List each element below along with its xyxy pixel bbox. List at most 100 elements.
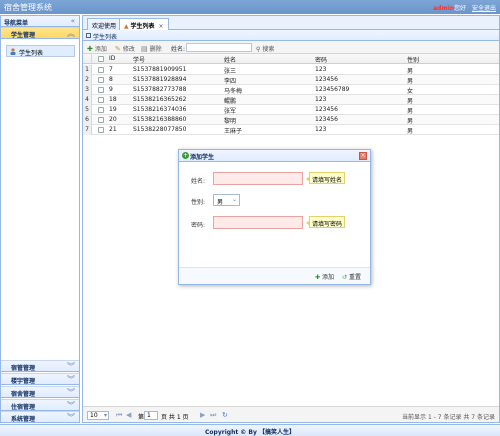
next-page-icon[interactable]: ▶ [200,411,205,419]
table-row[interactable]: 2 8 S1537881928894 李四 123456 男 [83,75,499,85]
nav-panel: 导航菜单 « 学生管理 ︽ 学生列表 宿管管理 ︾ 楼宇管理 ︾ 宿舍管理 ︾ … [0,15,80,423]
cell-name: 李四 [224,78,237,85]
password-label: 密码: [191,222,206,229]
edit-button[interactable]: ✎ 修改 [115,44,135,53]
username: admin [433,5,455,12]
add-user-icon: ✚ [315,274,321,281]
gender-label: 性别: [191,199,206,206]
dialog-title: 添加学生 [190,154,215,161]
table-row[interactable]: 5 19 S1538216374036 张军 123456 男 [83,105,499,115]
page-size-select[interactable]: 10 ▾ [87,411,109,420]
double-chevron-left-icon[interactable]: « [71,17,75,25]
cell-sex: 男 [407,98,414,105]
row-checkbox[interactable] [98,87,104,93]
tab-bar: 欢迎使用 ▲ 学生列表 × [83,16,499,31]
chevron-down-icon: ︾ [67,388,75,397]
cell-name: 张军 [224,108,237,115]
app-title: 宿舍管理系统 [4,3,52,12]
cell-pwd: 123456 [315,116,338,123]
add-student-dialog: + 添加学生 × 姓名: 请填写姓名 性别: 男 ⌄ 密码: 请填写密码 ✚ 添… [178,149,371,285]
cell-id: 18 [109,96,117,103]
table-row[interactable]: 1 7 S1537881909951 张三 123 男 [83,65,499,75]
cell-sex: 女 [407,88,414,95]
cell-sex: 男 [407,118,414,125]
dialog-reset-button[interactable]: ↺ 重置 [342,272,361,281]
dialog-add-button[interactable]: ✚ 添加 [315,272,334,281]
table-row[interactable]: 3 9 S1537882773788 马冬梅 123456789 女 [83,85,499,95]
logout-link[interactable]: 安全退出 [472,5,496,12]
nav-section-label: 住宿管理 [11,404,36,411]
app-header: 宿舍管理系统 admin您好 安全退出 [0,0,500,14]
delete-button[interactable]: ▤ 删除 [141,44,162,53]
password-field[interactable] [213,216,303,229]
page-size-value: 10 [90,412,98,419]
row-checkbox[interactable] [98,117,104,123]
row-number: 3 [83,85,92,95]
cell-pwd: 123 [315,96,327,103]
first-page-icon[interactable]: ⏮ [116,411,122,420]
column-header-gender[interactable]: 性别 [407,55,419,64]
tab-label: 欢迎使用 [92,23,117,30]
page-number-input[interactable]: 1 [144,411,158,420]
column-header-id[interactable]: ID [109,55,115,62]
nav-title: 导航菜单 [4,20,29,27]
user-icon: ▲ [124,23,129,30]
last-page-icon[interactable]: ⏭ [210,411,216,420]
add-button-label: 添加 [321,274,334,281]
pager-info: 当前显示 1 - 7 条记录 共 7 条记录 [402,414,495,421]
row-number: 7 [83,125,92,135]
cell-id: 7 [109,66,113,73]
add-icon: ✚ [87,45,93,53]
chevron-up-icon: ︽ [67,29,75,38]
row-checkbox[interactable] [98,97,104,103]
select-all-checkbox[interactable] [98,56,104,62]
tab-welcome[interactable]: 欢迎使用 [87,18,122,30]
cell-sex: 男 [407,128,414,135]
table-row[interactable]: 7 21 S1538228077850 王麻子 123 男 [83,125,499,135]
row-number: 2 [83,75,92,85]
chevron-down-icon: ▾ [103,412,107,419]
row-checkbox[interactable] [98,107,104,113]
reset-button-label: 重置 [348,274,361,281]
pencil-icon: ✎ [115,45,121,53]
nav-section-dorm-admin[interactable]: 宿管管理 ︾ [1,360,79,372]
nav-item-student-list[interactable]: 学生列表 [6,45,75,57]
close-icon[interactable]: × [359,152,367,160]
prev-page-icon[interactable]: ◀ [126,411,131,419]
nav-section-dorm[interactable]: 宿舍管理 ︾ [1,386,79,398]
chevron-down-icon: ⌄ [231,196,237,203]
row-checkbox[interactable] [98,127,104,133]
name-field[interactable] [213,172,303,185]
column-header-password[interactable]: 密码 [315,55,327,64]
cell-name: 鲲鹏 [224,98,237,105]
cell-name: 王麻子 [224,128,243,135]
search-button-label: 搜索 [262,46,275,53]
dialog-header: + 添加学生 × [179,150,370,162]
nav-section-student[interactable]: 学生管理 ︽ [1,27,79,39]
row-checkbox[interactable] [98,67,104,73]
column-header-sno[interactable]: 学号 [133,55,145,64]
nav-section-system[interactable]: 系统管理 ︾ [1,411,79,423]
table-row[interactable]: 6 20 S1538216388860 黎明 123456 男 [83,115,499,125]
nav-section-lodging[interactable]: 住宿管理 ︾ [1,399,79,411]
table-row[interactable]: 4 18 S1538216365262 鲲鹏 123 男 [83,95,499,105]
search-input[interactable] [186,43,252,52]
edit-label: 修改 [122,46,135,53]
cell-sno: S1538216374036 [133,106,187,113]
add-button[interactable]: ✚ 添加 [87,44,107,53]
chevron-down-icon: ︾ [67,413,75,422]
delete-label: 删除 [149,46,162,53]
close-icon[interactable]: × [158,23,163,30]
cell-sex: 男 [407,78,414,85]
search-button[interactable]: ⚲ 搜索 [256,44,274,53]
refresh-icon[interactable]: ↻ [222,411,228,419]
gender-select[interactable]: 男 ⌄ [213,194,240,206]
grid-toolbar: ✚ 添加 ✎ 修改 ▤ 删除 姓名: ⚲ 搜索 [83,41,499,54]
row-checkbox[interactable] [98,77,104,83]
column-header-name[interactable]: 姓名 [224,55,236,64]
table-header: ID 学号 姓名 密码 性别 [83,54,499,64]
greeting: 您好 [454,5,467,12]
cell-id: 21 [109,126,117,133]
nav-section-building[interactable]: 楼宇管理 ︾ [1,373,79,385]
nav-section-label: 宿舍管理 [11,391,36,398]
